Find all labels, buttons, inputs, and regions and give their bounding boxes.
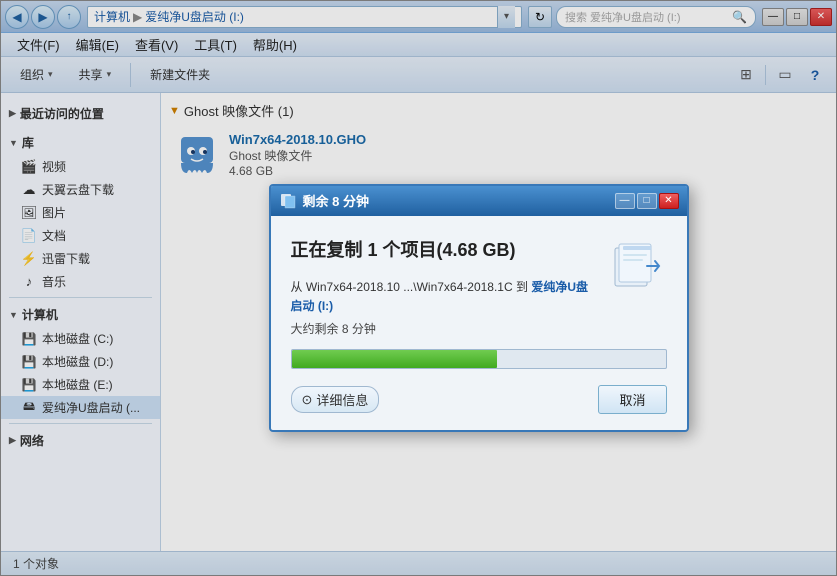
dialog-titlebar: 剩余 8 分钟 — □ ✕ — [271, 186, 687, 216]
copy-animation-icon — [607, 236, 667, 296]
dialog-maximize-button[interactable]: □ — [637, 193, 657, 209]
copy-dialog: 剩余 8 分钟 — □ ✕ 正在复制 1 个项目(4.68 GB) 从 Win7… — [269, 184, 689, 432]
dialog-minimize-button[interactable]: — — [615, 193, 635, 209]
details-label: 详细信息 — [316, 390, 368, 409]
to-label: 到 — [516, 280, 528, 294]
progress-fill — [292, 350, 498, 368]
dialog-controls: — □ ✕ — [615, 193, 679, 209]
dialog-overlay: 剩余 8 分钟 — □ ✕ 正在复制 1 个项目(4.68 GB) 从 Win7… — [0, 0, 837, 576]
dialog-from-text: 从 Win7x64-2018.10 ...\Win7x64-2018.1C 到 … — [291, 278, 595, 316]
dialog-main-text: 正在复制 1 个项目(4.68 GB) — [291, 236, 595, 262]
cancel-button[interactable]: 取消 — [598, 385, 666, 414]
details-button[interactable]: ⊙ 详细信息 — [291, 386, 380, 413]
details-expand-icon: ⊙ — [302, 392, 313, 408]
dialog-remaining: 大约剩余 8 分钟 — [291, 320, 595, 337]
dialog-close-button[interactable]: ✕ — [659, 193, 679, 209]
dialog-body: 正在复制 1 个项目(4.68 GB) 从 Win7x64-2018.10 ..… — [271, 216, 687, 430]
from-label: 从 — [291, 280, 303, 294]
progress-track — [291, 349, 667, 369]
dialog-footer: ⊙ 详细信息 取消 — [291, 385, 667, 414]
from-path: Win7x64-2018.10 ...\Win7x64-2018.1C — [306, 280, 513, 294]
dialog-title: 剩余 8 分钟 — [303, 191, 615, 210]
dialog-title-icon — [279, 192, 297, 210]
